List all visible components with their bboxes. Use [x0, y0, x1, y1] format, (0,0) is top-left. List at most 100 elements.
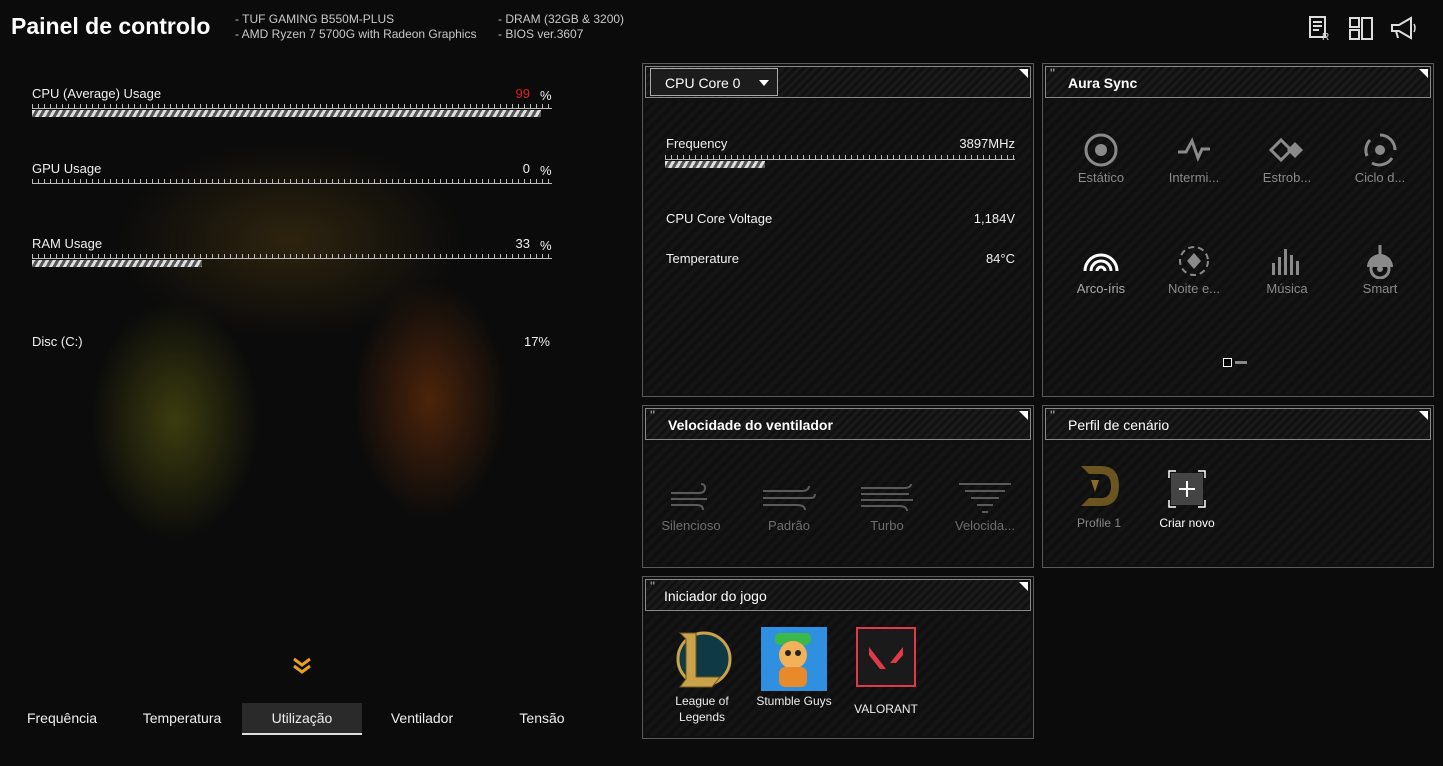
aura-item-label: Ciclo d... [1354, 170, 1406, 185]
aura-item-label: Smart [1362, 281, 1398, 296]
profile-item[interactable]: Profile 1 [1059, 462, 1139, 530]
system-info-left: TUF GAMING B550M-PLUS AMD Ryzen 7 5700G … [235, 12, 477, 42]
frequency-bar [665, 161, 765, 168]
aura-static[interactable]: Estático [1056, 130, 1146, 185]
aura-sync-panel: Aura Sync Estático Intermi... Estrob... … [1042, 63, 1434, 397]
cpu-core-panel: CPU Core 0 Frequency 3897MHz CPU Core Vo… [642, 63, 1034, 397]
voltage-label: CPU Core Voltage [666, 211, 773, 226]
tab-utilizacao[interactable]: Utilização [242, 703, 362, 735]
temperature-label: Temperature [666, 251, 739, 266]
aura-smart[interactable]: Smart [1335, 241, 1425, 296]
svg-text:R: R [1322, 32, 1329, 41]
metric-value: 99 [515, 86, 530, 101]
usage-scale [32, 103, 552, 109]
dram-info: DRAM (32GB & 3200) [498, 12, 624, 27]
panel-title: Perfil de cenário [1068, 417, 1170, 433]
usage-bar [32, 110, 541, 117]
aura-pulse[interactable]: Intermi... [1149, 130, 1239, 185]
game-label: League of Legends [675, 694, 729, 724]
stumble-guys-icon [754, 627, 834, 693]
aura-strobe[interactable]: Estrob... [1242, 130, 1332, 185]
aura-color-cycle[interactable]: Ciclo d... [1335, 130, 1425, 185]
wind-icon [842, 478, 932, 518]
panel-body: Estático Intermi... Estrob... Ciclo d...… [1045, 102, 1431, 394]
tab-tensao[interactable]: Tensão [482, 703, 602, 735]
report-icon[interactable]: R [1307, 15, 1333, 43]
starry-night-icon [1149, 241, 1239, 281]
tab-temperatura[interactable]: Temperatura [122, 703, 242, 735]
cpu-info: AMD Ryzen 7 5700G with Radeon Graphics [235, 27, 477, 42]
game-label: VALORANT [854, 702, 918, 716]
create-profile-label: Criar novo [1159, 516, 1215, 530]
aura-item-label: Intermi... [1168, 170, 1220, 185]
fan-mode-standard[interactable]: Padrão [744, 478, 834, 533]
wind-icon [646, 478, 736, 518]
panel-header: Perfil de cenário [1045, 407, 1431, 440]
league-of-legends-icon [662, 627, 742, 693]
panel-body: Frequency 3897MHz CPU Core Voltage 1,184… [645, 102, 1031, 394]
temperature-value: 84°C [985, 251, 1015, 266]
frequency-scale [665, 154, 1015, 160]
usage-scale [32, 178, 552, 184]
metric-label: GPU Usage [32, 161, 102, 176]
voltage-value: 1,184V [973, 211, 1015, 226]
metric-value: 33 [515, 236, 530, 251]
panel-title: Iniciador do jogo [664, 588, 767, 604]
aura-item-label: Arco-íris [1076, 281, 1126, 296]
megaphone-icon[interactable] [1389, 15, 1416, 41]
plus-icon [1147, 470, 1227, 516]
fan-mode-fullspeed[interactable]: Velocida... [940, 478, 1030, 533]
metric-value: 0 [522, 161, 530, 176]
game-valorant[interactable]: VALORANT [846, 627, 926, 717]
game-stumble-guys[interactable]: Stumble Guys [754, 627, 834, 709]
scenario-profile-panel: Perfil de cenário Profile 1 Criar novo [1042, 405, 1434, 568]
cpu-core-selector[interactable]: CPU Core 0 [650, 68, 778, 96]
profile-label: Profile 1 [1076, 516, 1122, 530]
static-icon [1056, 130, 1146, 170]
game-league-of-legends[interactable]: League of Legends [662, 627, 742, 725]
fan-mode-label: Velocida... [955, 518, 1015, 533]
fan-speed-panel: Velocidade do ventilador Silencioso Padr… [642, 405, 1034, 568]
frequency-value: 3897MHz [959, 136, 1015, 151]
tab-ventilador[interactable]: Ventilador [362, 703, 482, 735]
aura-item-label: Noite e... [1167, 281, 1221, 296]
usage-scale [32, 253, 552, 259]
create-profile-button[interactable]: Criar novo [1147, 470, 1227, 530]
chevron-down-icon [759, 80, 769, 86]
aura-rainbow[interactable]: Arco-íris [1056, 241, 1146, 296]
rainbow-icon [1056, 241, 1146, 281]
fan-mode-silent[interactable]: Silencioso [646, 478, 736, 533]
game-label: Stumble Guys [756, 694, 832, 708]
profile-logo-icon [1059, 462, 1139, 516]
bios-info: BIOS ver.3607 [498, 27, 624, 42]
metric-unit: % [540, 88, 552, 103]
pulse-icon [1149, 130, 1239, 170]
aura-item-label: Estático [1077, 170, 1125, 185]
panel-header: Velocidade do ventilador [645, 407, 1031, 440]
fan-mode-turbo[interactable]: Turbo [842, 478, 932, 533]
aura-music[interactable]: Música [1242, 241, 1332, 296]
chevron-down-icon[interactable] [291, 655, 313, 682]
valorant-icon [846, 627, 926, 701]
pager-dot-active[interactable] [1223, 358, 1232, 367]
game-launcher-panel: Iniciador do jogo League of Legends Stum… [642, 576, 1034, 739]
metric-value: 17% [523, 334, 550, 349]
tab-frequencia[interactable]: Frequência [2, 703, 122, 735]
pager-dot[interactable] [1235, 361, 1247, 364]
strobe-icon [1242, 130, 1332, 170]
aura-item-label: Estrob... [1262, 170, 1312, 185]
frequency-label: Frequency [666, 136, 728, 151]
layout-icon[interactable] [1348, 15, 1374, 41]
fan-mode-label: Turbo [870, 518, 904, 533]
panel-body: League of Legends Stumble Guys VALORANT [645, 615, 1031, 736]
motherboard-info: TUF GAMING B550M-PLUS [235, 12, 476, 27]
music-icon [1242, 241, 1332, 281]
usage-bar [32, 260, 202, 267]
cpu-core-selected: CPU Core 0 [665, 75, 741, 91]
panel-body: Profile 1 Criar novo [1045, 444, 1431, 565]
panel-header: Iniciador do jogo [645, 578, 1031, 611]
metric-label: Disc (C:) [32, 334, 83, 349]
panel-header: CPU Core 0 [645, 65, 1031, 98]
panel-title: Velocidade do ventilador [668, 417, 833, 433]
aura-starry-night[interactable]: Noite e... [1149, 241, 1239, 296]
